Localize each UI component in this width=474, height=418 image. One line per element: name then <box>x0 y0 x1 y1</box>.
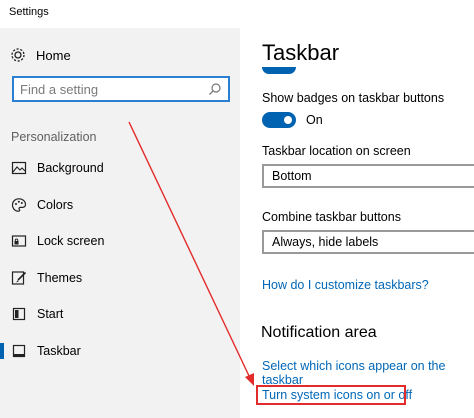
page-title: Taskbar <box>262 40 340 65</box>
home-button[interactable]: Home <box>10 44 71 66</box>
sidebar-item-taskbar[interactable]: Taskbar <box>0 336 240 366</box>
sidebar-item-label: Background <box>37 161 104 175</box>
sidebar-item-lock-screen[interactable]: Lock screen <box>0 226 240 256</box>
sidebar-item-label: Start <box>37 307 64 321</box>
show-badges-label: Show badges on taskbar buttons <box>262 91 445 105</box>
search-icon[interactable] <box>208 82 222 96</box>
sidebar-item-label: Themes <box>37 271 83 285</box>
annotation-highlight-box <box>256 385 406 405</box>
title-bar: Settings <box>0 0 474 28</box>
combine-buttons-label: Combine taskbar buttons <box>262 210 401 224</box>
select-icons-link[interactable]: Select which icons appear on the taskbar <box>262 359 474 387</box>
sidebar: Home Personalization Background Colors L… <box>0 28 240 418</box>
sidebar-item-label: Lock screen <box>37 234 105 248</box>
home-label: Home <box>36 47 71 63</box>
sidebar-item-colors[interactable]: Colors <box>0 190 240 220</box>
show-badges-toggle[interactable] <box>262 112 296 128</box>
notification-area-heading: Notification area <box>261 324 377 341</box>
show-badges-row: On <box>262 112 323 128</box>
app-title: Settings <box>9 6 49 18</box>
customize-taskbars-link[interactable]: How do I customize taskbars? <box>262 278 429 292</box>
toggle-knob <box>284 116 292 124</box>
combine-buttons-value: Always, hide labels <box>272 235 379 249</box>
lock-screen-icon <box>11 235 27 247</box>
section-label-personalization: Personalization <box>11 130 97 144</box>
home-icon <box>11 48 25 62</box>
taskbar-location-value: Bottom <box>272 169 312 183</box>
sidebar-item-start[interactable]: Start <box>0 299 240 329</box>
start-icon <box>12 307 26 321</box>
scrolled-toggle-fragment <box>262 67 296 74</box>
show-badges-state: On <box>306 113 323 127</box>
picture-icon <box>11 161 27 175</box>
palette-icon <box>11 198 27 212</box>
sidebar-item-themes[interactable]: Themes <box>0 263 240 293</box>
sidebar-item-label: Taskbar <box>37 344 81 358</box>
brush-icon <box>11 271 27 285</box>
sidebar-item-background[interactable]: Background <box>0 153 240 183</box>
main-content: Taskbar Show badges on taskbar buttons O… <box>240 28 474 418</box>
search-box[interactable] <box>12 76 230 102</box>
taskbar-location-label: Taskbar location on screen <box>262 144 411 158</box>
search-input[interactable] <box>14 81 208 97</box>
sidebar-item-label: Colors <box>37 198 74 212</box>
taskbar-location-dropdown[interactable]: Bottom <box>262 164 474 188</box>
combine-buttons-dropdown[interactable]: Always, hide labels <box>262 230 474 254</box>
taskbar-icon <box>12 344 26 358</box>
